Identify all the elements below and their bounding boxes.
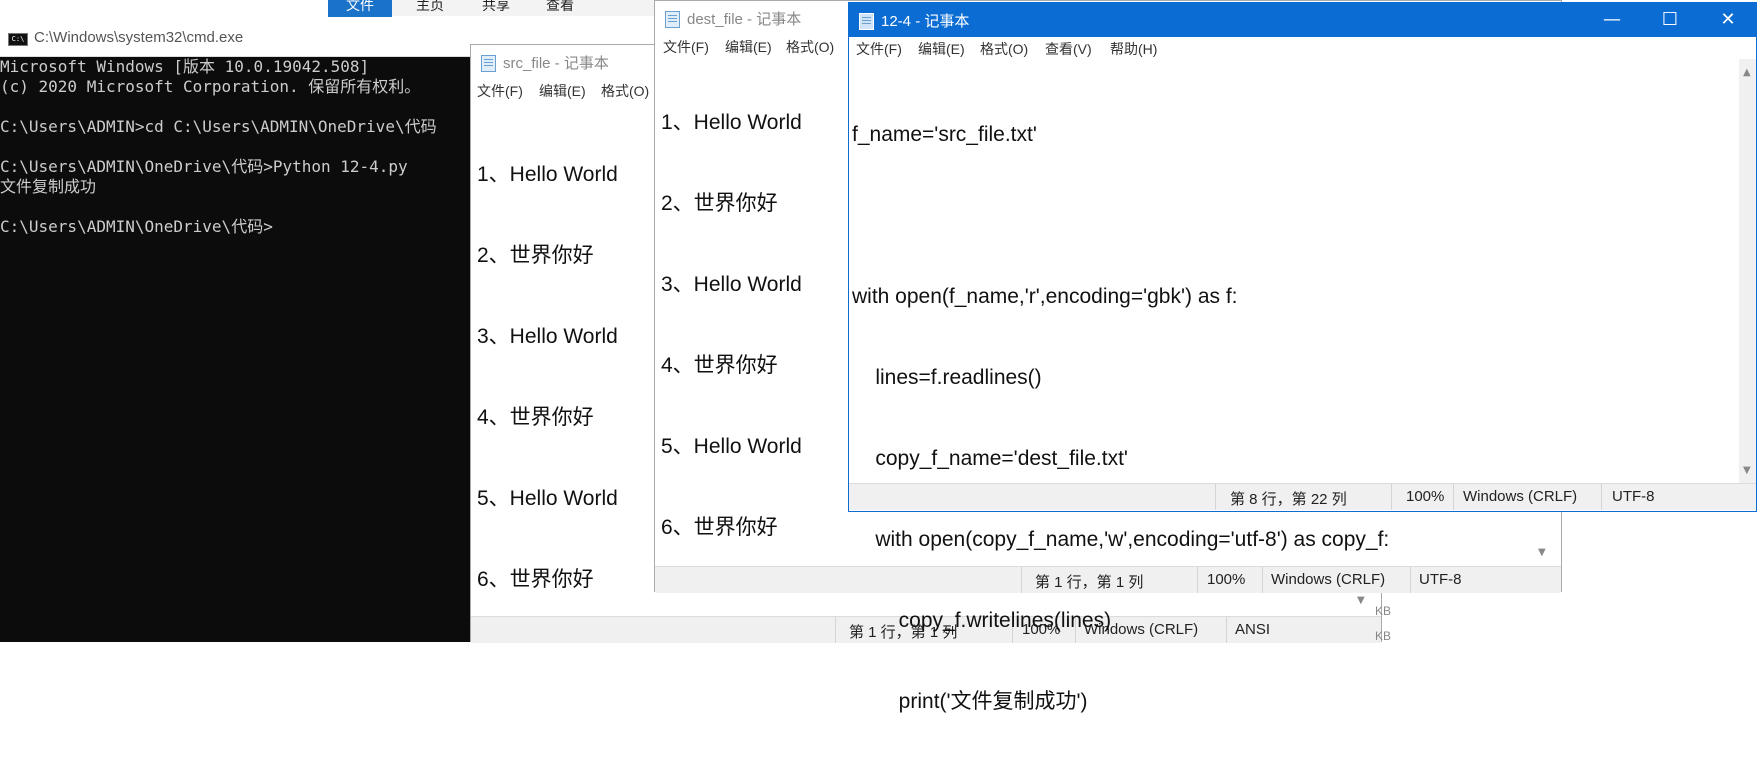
code-notepad-window[interactable]: 12-4 - 记事本 — ☐ ✕ 文件(F) 编辑(E) 格式(O) 查看(V)… (848, 2, 1757, 713)
minimize-button[interactable]: — (1583, 3, 1641, 37)
text-line: 5、Hello World (477, 487, 618, 510)
src-title: src_file - 记事本 (503, 55, 609, 72)
cmd-icon: C:\ (8, 33, 28, 46)
notepad-icon (859, 13, 874, 30)
code-status-bar: 第 8 行，第 22 列 100% Windows (CRLF) UTF-8 (849, 483, 1756, 510)
cmd-console[interactable]: Microsoft Windows [版本 10.0.19042.508] (c… (0, 57, 470, 236)
code-line: f_name='src_file.txt' (852, 123, 1037, 146)
dest-text-area[interactable]: 1、Hello World 2、世界你好 3、Hello World 4、世界你… (661, 55, 802, 595)
cmd-title: C:\Windows\system32\cmd.exe (34, 29, 244, 46)
text-line: 2、世界你好 (661, 192, 778, 215)
code-line: lines=f.readlines() (852, 366, 1042, 389)
console-line: 文件复制成功 (0, 177, 97, 196)
status-zoom: 100% (1406, 488, 1445, 505)
notepad-icon (481, 55, 496, 72)
status-encoding: UTF-8 (1612, 488, 1655, 505)
console-line: C:\Users\ADMIN\OneDrive\代码>Python 12-4.p… (0, 157, 408, 176)
console-prompt: C:\Users\ADMIN\OneDrive\代码> (0, 217, 273, 236)
code-title: 12-4 - 记事本 (881, 13, 970, 30)
text-line: 1、Hello World (477, 163, 618, 186)
ribbon-tab-home[interactable]: 主页 (416, 0, 444, 15)
text-line: 5、Hello World (661, 435, 802, 458)
code-line: print('文件复制成功') (852, 690, 1088, 713)
menu-file[interactable]: 文件(F) (477, 81, 523, 101)
ribbon-tab-view[interactable]: 查看 (546, 0, 574, 15)
menu-edit[interactable]: 编辑(E) (918, 39, 965, 59)
src-text-area[interactable]: 1、Hello World 2、世界你好 3、Hello World 4、世界你… (477, 107, 618, 647)
code-title-bar[interactable]: 12-4 - 记事本 — ☐ ✕ (849, 3, 1756, 37)
notepad-icon (665, 11, 680, 28)
menu-format[interactable]: 格式(O) (786, 37, 834, 57)
text-line: 3、Hello World (477, 325, 618, 348)
text-line: 6、世界你好 (661, 516, 778, 539)
status-encoding: UTF-8 (1419, 571, 1462, 588)
menu-edit[interactable]: 编辑(E) (539, 81, 586, 101)
code-line: copy_f_name='dest_file.txt' (852, 447, 1128, 470)
vertical-scrollbar[interactable]: ▲ ▼ (1739, 59, 1756, 483)
text-line: 3、Hello World (661, 273, 802, 296)
status-line-ending: Windows (CRLF) (1463, 488, 1578, 505)
scroll-down-arrow[interactable]: ▼ (1538, 547, 1546, 558)
scroll-down-arrow[interactable]: ▼ (1743, 465, 1751, 476)
menu-edit[interactable]: 编辑(E) (725, 37, 772, 57)
text-line: 6、世界你好 (477, 568, 594, 591)
text-line: 4、世界你好 (661, 354, 778, 377)
code-text-area[interactable]: f_name='src_file.txt' with open(f_name,'… (852, 67, 1389, 769)
explorer-ribbon: 文件 主页 共享 查看 (328, 0, 658, 17)
close-button[interactable]: ✕ (1699, 3, 1757, 37)
maximize-button[interactable]: ☐ (1641, 3, 1699, 37)
text-line: 1、Hello World (661, 111, 802, 134)
status-position: 第 8 行，第 22 列 (1230, 491, 1347, 508)
menu-view[interactable]: 查看(V) (1045, 39, 1092, 59)
scroll-up-arrow[interactable]: ▲ (1743, 67, 1751, 78)
cmd-window[interactable]: C:\ C:\Windows\system32\cmd.exe Microsof… (0, 22, 470, 642)
text-line: 4、世界你好 (477, 406, 594, 429)
ribbon-tab-share[interactable]: 共享 (482, 0, 510, 15)
menu-help[interactable]: 帮助(H) (1110, 39, 1157, 59)
menu-format[interactable]: 格式(O) (980, 39, 1028, 59)
dest-title: dest_file - 记事本 (687, 11, 802, 28)
ribbon-tab-file[interactable]: 文件 (328, 0, 392, 17)
code-line: copy_f.writelines(lines) (852, 609, 1112, 632)
text-line: 2、世界你好 (477, 244, 594, 267)
console-line: C:\Users\ADMIN>cd C:\Users\ADMIN\OneDriv… (0, 117, 437, 136)
menu-file[interactable]: 文件(F) (856, 39, 902, 59)
console-line: (c) 2020 Microsoft Corporation. 保留所有权利。 (0, 77, 421, 96)
code-line: with open(copy_f_name,'w',encoding='utf-… (852, 528, 1390, 551)
menu-file[interactable]: 文件(F) (663, 37, 709, 57)
console-line: Microsoft Windows [版本 10.0.19042.508] (0, 57, 370, 76)
code-line: with open(f_name,'r',encoding='gbk') as … (852, 285, 1238, 308)
code-menu-bar: 文件(F) 编辑(E) 格式(O) 查看(V) 帮助(H) (849, 37, 1756, 59)
menu-format[interactable]: 格式(O) (601, 81, 649, 101)
cmd-title-bar[interactable]: C:\ C:\Windows\system32\cmd.exe (0, 22, 470, 57)
